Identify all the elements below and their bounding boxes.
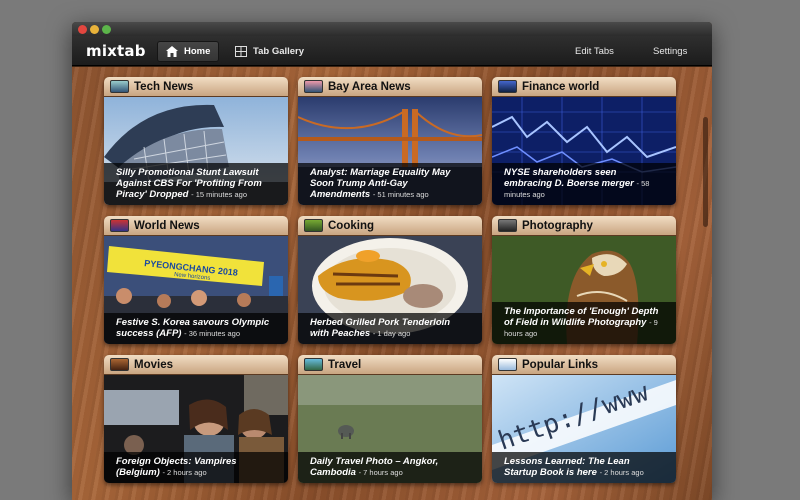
tile-title: Tech News: [134, 80, 194, 93]
tile-title: Travel: [328, 358, 362, 371]
tile-image: Analyst: Marriage Equality May Soon Trum…: [298, 97, 482, 205]
tab-gallery-button[interactable]: Tab Gallery: [227, 41, 312, 62]
close-window-button[interactable]: [78, 25, 87, 34]
tile-cooking[interactable]: Cooking Herbed Grilled Pork Tenderloin w…: [298, 216, 482, 344]
globe-icon: [110, 219, 129, 232]
timestamp: - 7 hours ago: [358, 468, 403, 477]
link-icon: [498, 358, 517, 371]
tile-tech-news[interactable]: Tech News Silly Promotional Stunt Lawsui…: [104, 77, 288, 205]
settings-button[interactable]: Settings: [645, 41, 695, 62]
tile-header: World News: [104, 216, 288, 236]
tile-world-news[interactable]: World News PYEONGCHANG 2018 New horizons…: [104, 216, 288, 344]
app-logo: mixtab: [86, 42, 146, 60]
minimize-window-button[interactable]: [90, 25, 99, 34]
timestamp: - 51 minutes ago: [372, 190, 429, 199]
tile-title: Photography: [522, 219, 593, 232]
tile-image: NYSE shareholders seen embracing D. Boer…: [492, 97, 676, 205]
title-bar: [72, 22, 712, 36]
tile-photography[interactable]: Photography The Importance of 'Enough' D…: [492, 216, 676, 344]
tile-caption: Lessons Learned: The Lean Startup Book i…: [492, 452, 676, 483]
headline-text: NYSE shareholders seen embracing D. Boer…: [504, 167, 634, 189]
tile-header: Cooking: [298, 216, 482, 236]
settings-label: Settings: [653, 46, 688, 57]
camera-icon: [498, 219, 517, 232]
edit-tabs-label: Edit Tabs: [575, 46, 614, 57]
tile-caption: Herbed Grilled Pork Tenderloin with Peac…: [298, 313, 482, 344]
timestamp: - 15 minutes ago: [191, 190, 247, 199]
timestamp: - 1 day ago: [372, 329, 411, 338]
tiles-area: Tech News Silly Promotional Stunt Lawsui…: [72, 67, 712, 500]
tile-header: Tech News: [104, 77, 288, 97]
tile-header: Movies: [104, 355, 288, 375]
tile-finance-world[interactable]: Finance world NYSE shareholders seen emb…: [492, 77, 676, 205]
dish-icon: [304, 219, 323, 232]
toolbar: mixtab Home Tab Gallery Edit Tabs Settin…: [72, 36, 712, 66]
tile-bay-area-news[interactable]: Bay Area News Analyst: Marriage Equality…: [298, 77, 482, 205]
city-icon: [304, 80, 323, 93]
laptop-icon: [110, 80, 129, 93]
tile-header: Bay Area News: [298, 77, 482, 97]
tile-title: Finance world: [522, 80, 600, 93]
timestamp: - 2 hours ago: [162, 468, 207, 477]
tile-image: Foreign Objects: Vampires (Belgium) - 2 …: [104, 375, 288, 483]
tile-header: Photography: [492, 216, 676, 236]
tile-image: http://www Lessons Learned: The Lean Sta…: [492, 375, 676, 483]
app-window: mixtab Home Tab Gallery Edit Tabs Settin…: [72, 22, 712, 500]
tile-title: World News: [134, 219, 200, 232]
scrollbar[interactable]: [703, 117, 708, 227]
tile-movies[interactable]: Movies Foreign Objects: Vampires (Belgiu…: [104, 355, 288, 483]
chart-icon: [498, 80, 517, 93]
tile-header: Finance world: [492, 77, 676, 97]
tile-travel[interactable]: Travel Daily Travel Photo – Angkor, Camb…: [298, 355, 482, 483]
tile-caption: Silly Promotional Stunt Lawsuit Against …: [104, 163, 288, 205]
tile-caption: NYSE shareholders seen embracing D. Boer…: [492, 163, 676, 205]
tile-header: Popular Links: [492, 355, 676, 375]
zoom-window-button[interactable]: [102, 25, 111, 34]
tile-caption: The Importance of 'Enough' Depth of Fiel…: [492, 302, 676, 344]
tile-image: Herbed Grilled Pork Tenderloin with Peac…: [298, 236, 482, 344]
tile-popular-links[interactable]: Popular Links http://www Lessons Learned…: [492, 355, 676, 483]
tile-caption: Foreign Objects: Vampires (Belgium) - 2 …: [104, 452, 288, 483]
tile-title: Cooking: [328, 219, 374, 232]
tile-caption: Daily Travel Photo – Angkor, Cambodia - …: [298, 452, 482, 483]
tile-title: Movies: [134, 358, 173, 371]
tile-title: Popular Links: [522, 358, 599, 371]
timestamp: - 36 minutes ago: [184, 329, 240, 338]
home-button[interactable]: Home: [157, 41, 220, 62]
headline-text: The Importance of 'Enough' Depth of Fiel…: [504, 306, 659, 328]
tab-gallery-label: Tab Gallery: [253, 46, 305, 57]
timestamp: - 2 hours ago: [599, 468, 644, 477]
tile-caption: Festive S. Korea savours Olympic success…: [104, 313, 288, 344]
home-icon: [166, 46, 178, 57]
tile-image: Daily Travel Photo – Angkor, Cambodia - …: [298, 375, 482, 483]
tile-image: The Importance of 'Enough' Depth of Fiel…: [492, 236, 676, 344]
home-label: Home: [184, 46, 211, 57]
tile-image: Silly Promotional Stunt Lawsuit Against …: [104, 97, 288, 205]
tile-image: PYEONGCHANG 2018 New horizons Festive S.…: [104, 236, 288, 344]
grid-icon: [235, 46, 247, 57]
edit-tabs-button[interactable]: Edit Tabs: [567, 41, 622, 62]
tile-title: Bay Area News: [328, 80, 411, 93]
tile-caption: Analyst: Marriage Equality May Soon Trum…: [298, 163, 482, 205]
landscape-icon: [304, 358, 323, 371]
tile-header: Travel: [298, 355, 482, 375]
film-icon: [110, 358, 129, 371]
